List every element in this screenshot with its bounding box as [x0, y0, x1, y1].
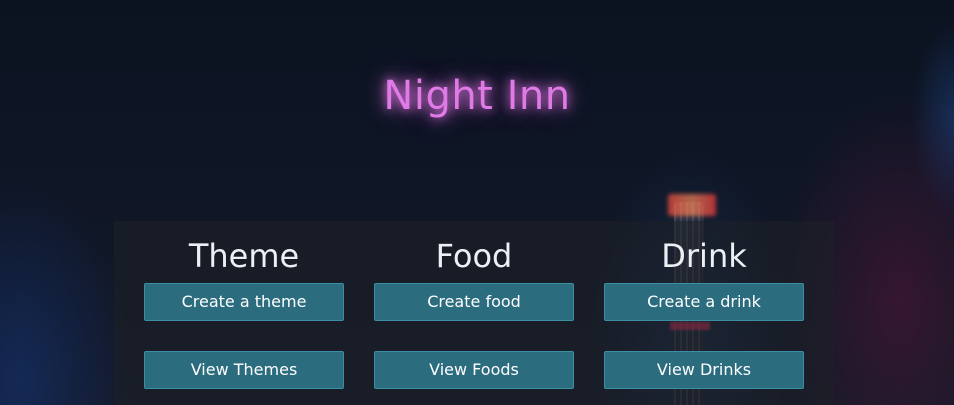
theme-section: Theme Create a theme View Themes — [129, 221, 359, 405]
create-drink-button[interactable]: Create a drink — [604, 283, 804, 321]
tower-lights — [668, 194, 716, 216]
drink-section: Drink Create a drink View Drinks — [589, 221, 819, 405]
create-theme-button[interactable]: Create a theme — [144, 283, 344, 321]
food-heading: Food — [435, 237, 513, 275]
create-food-button[interactable]: Create food — [374, 283, 574, 321]
actions-panel: Theme Create a theme View Themes Food Cr… — [114, 221, 834, 405]
food-section: Food Create food View Foods — [359, 221, 589, 405]
site-title: Night Inn — [383, 73, 571, 119]
theme-heading: Theme — [188, 237, 300, 275]
view-drinks-button[interactable]: View Drinks — [604, 351, 804, 389]
drink-heading: Drink — [661, 237, 747, 275]
view-themes-button[interactable]: View Themes — [144, 351, 344, 389]
view-foods-button[interactable]: View Foods — [374, 351, 574, 389]
